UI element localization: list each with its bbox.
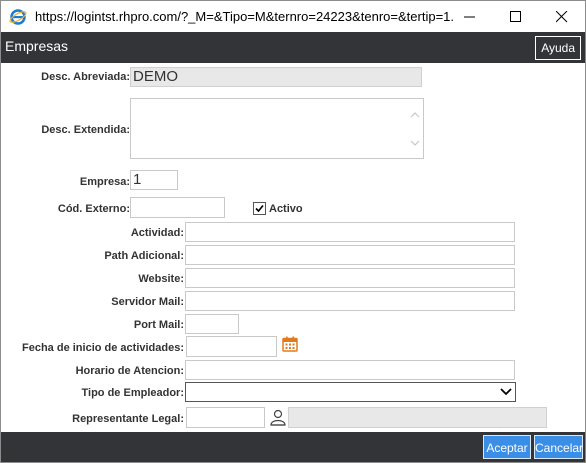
desc-abreviada-label: Desc. Abreviada: xyxy=(41,71,130,83)
servidor-mail-input[interactable] xyxy=(185,291,515,311)
accept-button[interactable]: Aceptar xyxy=(483,435,531,459)
dialog-footer: Aceptar Cancelar xyxy=(1,432,585,462)
cod-externo-input[interactable] xyxy=(130,197,225,218)
representante-legal-label: Representante Legal: xyxy=(72,413,184,425)
minimize-icon xyxy=(464,16,475,18)
activo-label: Activo xyxy=(269,203,303,215)
dialog-window: https://logintst.rhpro.com/?_M=&Tipo=M&t… xyxy=(0,0,586,463)
cod-externo-label: Cód. Externo: xyxy=(57,203,130,215)
window-url: https://logintst.rhpro.com/?_M=&Tipo=M&t… xyxy=(35,9,455,24)
port-mail-label: Port Mail: xyxy=(133,319,184,331)
activo-checkbox[interactable] xyxy=(253,202,266,215)
internet-explorer-icon xyxy=(9,9,27,25)
page-title: Empresas xyxy=(5,38,69,54)
desc-extendida-label: Desc. Extendida: xyxy=(41,124,130,136)
servidor-mail-label: Servidor Mail: xyxy=(111,296,184,308)
representante-legal-name xyxy=(288,407,547,428)
path-adicional-input[interactable] xyxy=(185,245,515,265)
actividad-label: Actividad: xyxy=(130,227,184,239)
chevron-down-icon xyxy=(500,388,512,396)
fecha-inicio-input[interactable] xyxy=(186,336,277,357)
checkmark-icon xyxy=(255,204,264,213)
website-label: Website: xyxy=(138,273,184,285)
tipo-empleador-select[interactable] xyxy=(185,382,516,402)
empresa-label: Empresa: xyxy=(79,176,130,188)
dialog-header: Empresas Ayuda xyxy=(1,32,585,63)
horario-atencion-label: Horario de Atencion: xyxy=(75,365,184,377)
maximize-icon xyxy=(510,11,521,22)
title-bar: https://logintst.rhpro.com/?_M=&Tipo=M&t… xyxy=(1,1,585,32)
port-mail-input[interactable] xyxy=(185,314,239,334)
cancel-button[interactable]: Cancelar xyxy=(534,435,583,459)
tipo-empleador-label: Tipo de Empleador: xyxy=(81,387,184,399)
actividad-input[interactable] xyxy=(185,222,515,242)
minimize-button[interactable] xyxy=(447,1,493,32)
desc-extendida-textarea[interactable] xyxy=(130,98,424,159)
representante-legal-input[interactable] xyxy=(186,407,265,428)
help-button[interactable]: Ayuda xyxy=(535,36,581,60)
fecha-inicio-label: Fecha de inicio de actividades: xyxy=(22,342,184,354)
empresa-input[interactable]: 1 xyxy=(130,170,178,190)
close-icon xyxy=(556,11,568,23)
website-input[interactable] xyxy=(185,268,515,288)
form-content: Desc. Abreviada: DEMO Desc. Extendida: E… xyxy=(1,63,585,432)
desc-abreviada-input[interactable]: DEMO xyxy=(130,67,422,87)
close-button[interactable] xyxy=(539,1,585,32)
path-adicional-label: Path Adicional: xyxy=(104,250,184,262)
calendar-icon[interactable] xyxy=(282,336,298,352)
horario-atencion-input[interactable] xyxy=(185,360,515,380)
textarea-scroll-arrows-icon[interactable] xyxy=(410,111,420,147)
user-search-icon[interactable] xyxy=(269,408,287,426)
maximize-button[interactable] xyxy=(493,1,539,32)
